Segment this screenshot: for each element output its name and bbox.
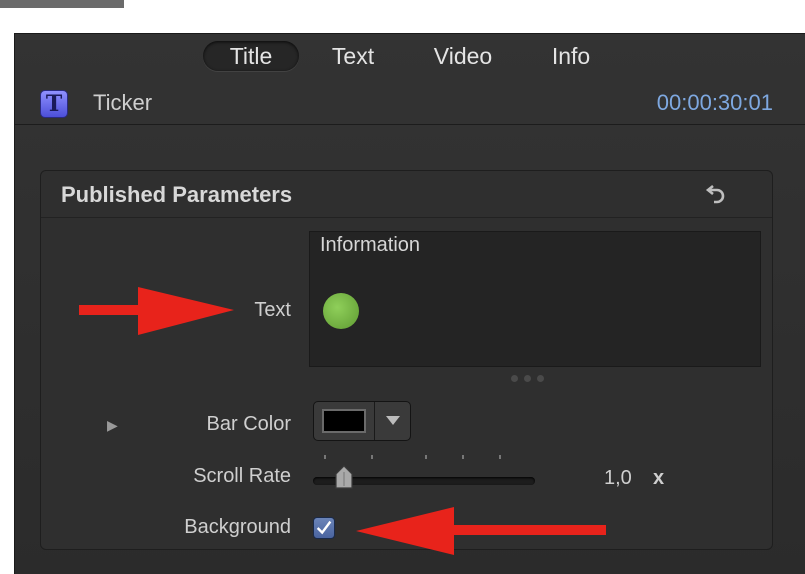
top-left-gray-block [0, 0, 124, 8]
slider-tick [462, 455, 464, 459]
slider-tick [371, 455, 373, 459]
title-clip-icon: T [40, 90, 68, 118]
published-parameters-section: Published Parameters Text Information ▶ … [40, 170, 773, 550]
inspector-tab-bar: Title Text Video Info [15, 34, 805, 78]
clip-duration-timecode: 00:00:30:01 [656, 90, 773, 115]
color-well-divider [374, 402, 375, 440]
green-indicator-dot [323, 293, 359, 329]
scroll-rate-value[interactable]: 1,0 [604, 467, 632, 490]
text-param-value: Information [320, 234, 421, 256]
checkmark-icon [316, 520, 332, 535]
section-header: Published Parameters [41, 171, 772, 218]
text-param-field[interactable]: Information [309, 231, 761, 367]
background-checkbox[interactable] [313, 517, 335, 539]
clip-name: Ticker [93, 90, 153, 115]
slider-tick [425, 455, 427, 459]
disclosure-triangle-icon[interactable]: ▶ [107, 417, 118, 434]
red-arrow-left-annotation [356, 507, 606, 555]
scroll-rate-label: Scroll Rate [193, 465, 291, 487]
red-arrow-right-annotation [79, 287, 234, 335]
undo-arrow-icon[interactable] [704, 181, 728, 205]
section-title: Published Parameters [61, 182, 293, 207]
clip-header: T Ticker 00:00:30:01 [15, 82, 805, 125]
tab-title[interactable]: Title [203, 41, 299, 71]
tab-text[interactable]: Text [315, 41, 391, 71]
text-field-resize-handle[interactable] [511, 369, 561, 382]
bar-color-well[interactable] [313, 401, 411, 441]
background-label: Background [184, 516, 291, 538]
chevron-down-icon[interactable] [382, 410, 404, 430]
tab-info[interactable]: Info [535, 41, 607, 71]
scroll-rate-unit: x [653, 467, 665, 489]
bar-color-label: Bar Color [206, 413, 291, 435]
bar-color-swatch[interactable] [322, 409, 366, 433]
tab-video[interactable]: Video [417, 41, 509, 71]
slider-tick [499, 455, 501, 459]
scroll-rate-slider-knob[interactable] [333, 464, 355, 490]
slider-tick [324, 455, 326, 459]
